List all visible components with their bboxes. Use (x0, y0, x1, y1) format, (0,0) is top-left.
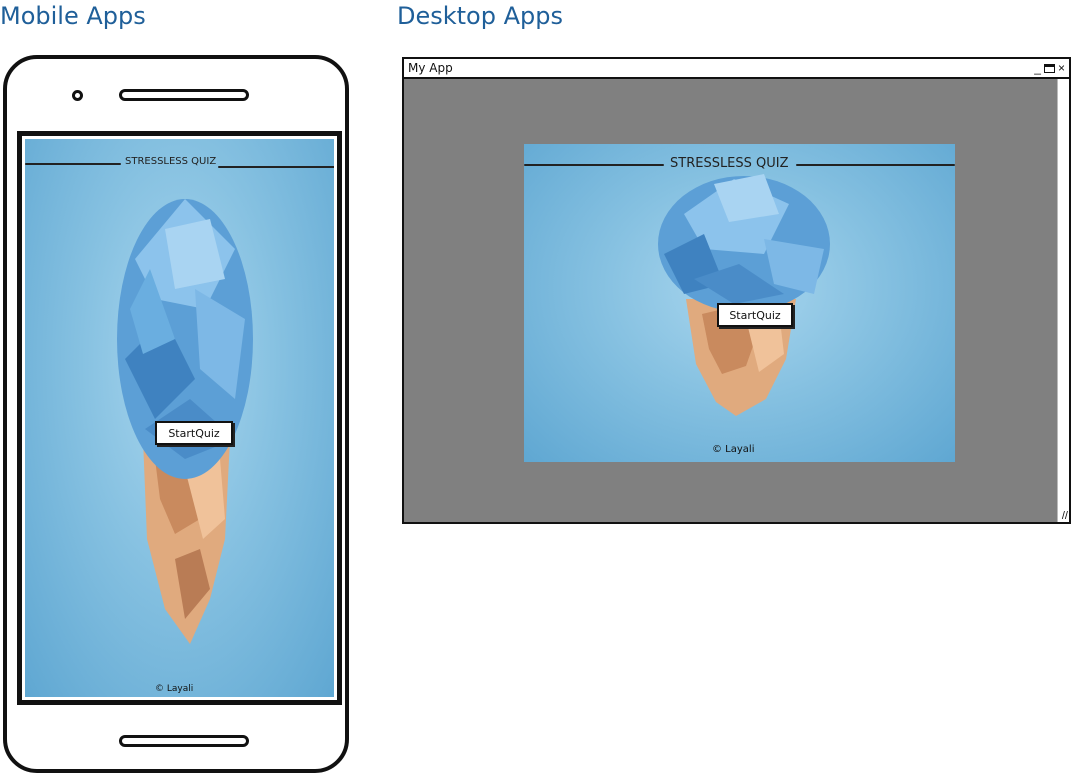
start-quiz-button[interactable]: StartQuiz (717, 303, 793, 327)
window-titlebar[interactable]: My App _ × (404, 59, 1069, 79)
resize-grip-icon[interactable]: // (1062, 511, 1068, 522)
home-button-icon[interactable] (119, 735, 249, 747)
window-controls: _ × (1034, 60, 1065, 76)
quiz-background-image: STRESSLESS QUIZ StartQuiz © Layali (25, 139, 334, 697)
start-quiz-button[interactable]: StartQuiz (155, 421, 233, 445)
desktop-apps-heading: Desktop Apps (397, 2, 563, 30)
vertical-scrollbar[interactable]: // (1057, 79, 1069, 522)
speaker-icon (119, 89, 249, 101)
copyright-text: © Layali (155, 684, 194, 694)
mobile-apps-heading: Mobile Apps (0, 2, 146, 30)
desktop-window: My App _ × STRESSLESS QUIZ StartQuiz © L… (402, 57, 1071, 524)
paper-head-artwork (117, 199, 253, 644)
camera-icon (72, 90, 83, 101)
phone-screen: STRESSLESS QUIZ StartQuiz © Layali (17, 131, 342, 705)
maximize-icon[interactable] (1043, 63, 1055, 73)
quiz-background-image: STRESSLESS QUIZ StartQuiz © Layali (524, 144, 955, 462)
copyright-text: © Layali (712, 444, 755, 455)
phone-mockup: STRESSLESS QUIZ StartQuiz © Layali (3, 55, 349, 773)
window-title: My App (408, 61, 453, 75)
close-icon[interactable]: × (1058, 60, 1065, 76)
minimize-icon[interactable]: _ (1034, 60, 1041, 76)
